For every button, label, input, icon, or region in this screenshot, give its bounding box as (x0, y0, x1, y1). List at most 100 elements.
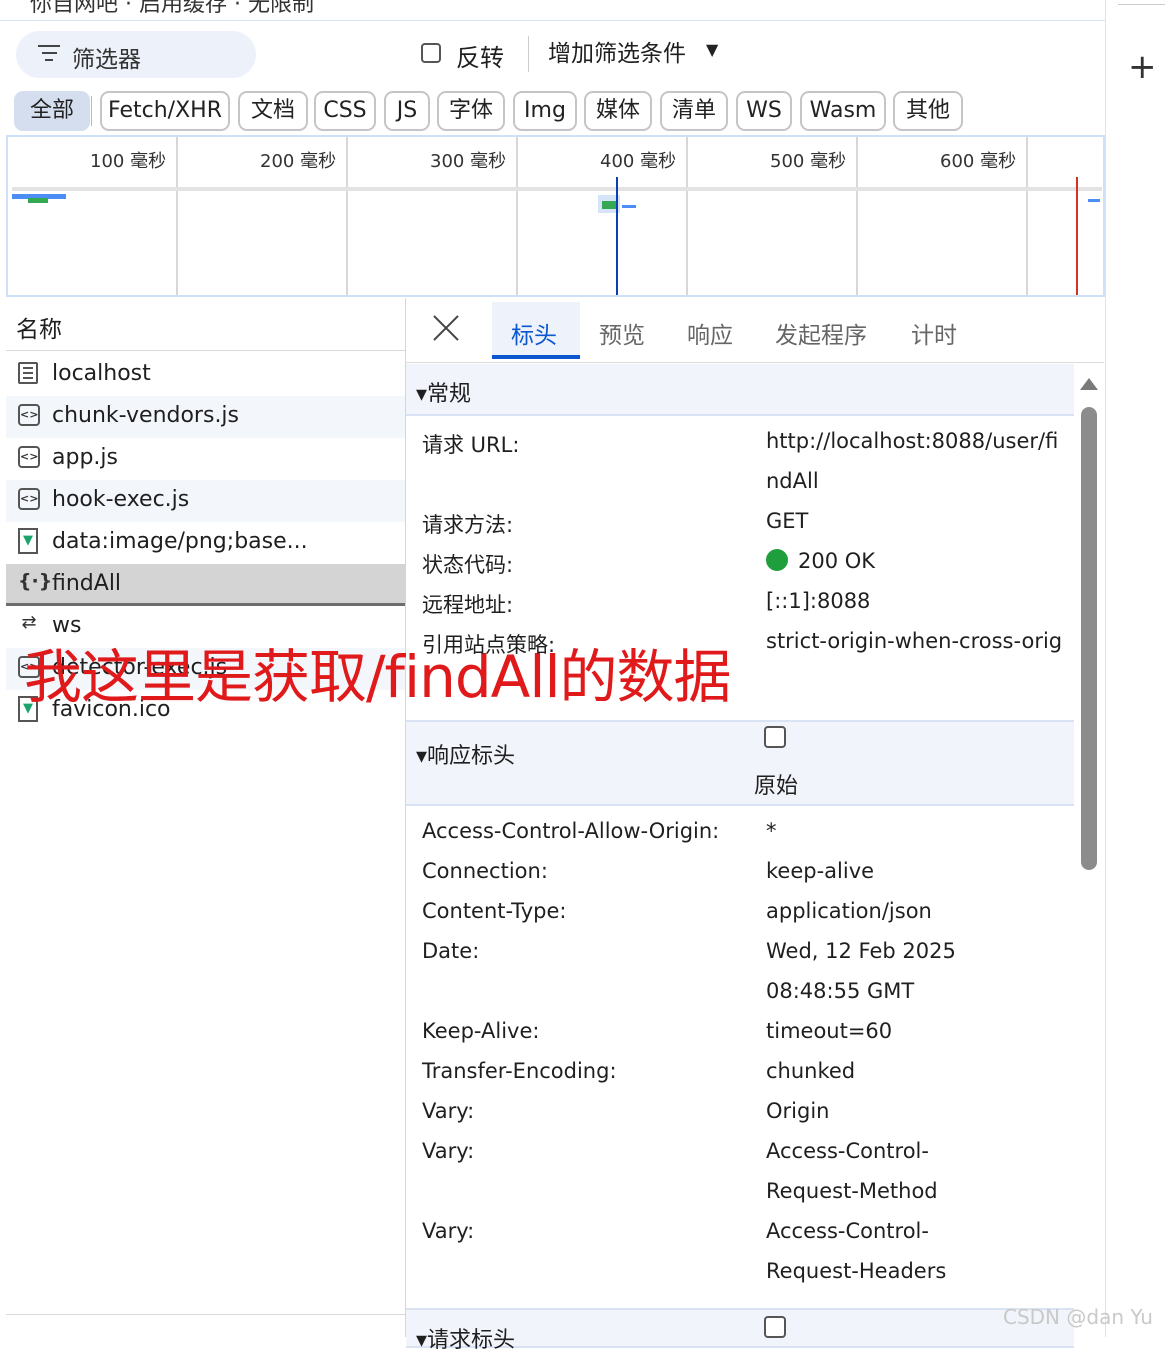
invert-label: 反转 (456, 44, 504, 72)
tab-headers[interactable]: 标头 (511, 316, 557, 350)
type-filter-chip[interactable]: 其他 (893, 91, 963, 131)
name-column-header[interactable]: 名称 (6, 298, 405, 351)
general-section-header[interactable]: ▾常规 (406, 364, 1074, 416)
filter-placeholder: 筛选器 (72, 47, 141, 73)
details-tabs: 标头 预览 响应 发起程序 计时 (406, 298, 1104, 363)
timeline-overview[interactable]: 100 毫秒 200 毫秒 300 毫秒 400 毫秒 500 毫秒 600 毫秒 (6, 135, 1105, 297)
response-header-key: Transfer-Encoding: (422, 1059, 617, 1083)
request-name: app.js (52, 445, 118, 470)
request-name: localhost (52, 361, 151, 386)
filter-icon (38, 45, 60, 63)
response-header-value[interactable]: Origin (766, 1099, 829, 1123)
type-filter-chip[interactable]: 文档 (238, 91, 308, 131)
raw-label: 原始 (754, 774, 799, 799)
name-column-label: 名称 (16, 317, 62, 343)
request-row[interactable]: <> app.js (6, 438, 405, 480)
header-key: 请求 URL: (422, 433, 520, 457)
load-marker (1076, 177, 1078, 295)
timeline-tick-label: 400 毫秒 (600, 151, 677, 172)
request-row[interactable]: {·} findAll (6, 564, 405, 606)
websocket-icon: ⇄ (21, 612, 37, 633)
invert-checkbox[interactable] (421, 43, 441, 63)
request-row[interactable]: localhost (6, 354, 405, 396)
right-side-panel: + (1105, 0, 1165, 1337)
top-toolbar-strip: 你自网吧 · 启用缓存 · 无限制 (0, 0, 1105, 21)
request-row[interactable]: <> chunk-vendors.js (6, 396, 405, 438)
type-filter-chip[interactable]: Img (513, 91, 577, 131)
timeline-bar (622, 205, 636, 208)
json-icon: {·} (18, 570, 53, 592)
request-method-value[interactable]: GET (766, 509, 808, 533)
status-code-value[interactable]: 200 OK (798, 549, 875, 573)
response-header-value[interactable]: chunked (766, 1059, 855, 1083)
filter-input[interactable]: 筛选器 (16, 31, 256, 78)
request-name: ws (52, 613, 82, 638)
timeline-gridline (176, 137, 178, 295)
type-filter-chip[interactable]: 清单 (660, 91, 728, 131)
response-header-value-cont[interactable]: Request-Method (766, 1179, 938, 1203)
response-header-value[interactable]: Wed, 12 Feb 2025 (766, 939, 956, 963)
section-title: ▾响应标头 (416, 744, 516, 769)
request-row[interactable]: ▼ data:image/png;base... (6, 522, 405, 564)
scrollbar-thumb[interactable] (1081, 407, 1097, 870)
response-headers-section-header[interactable]: ▾响应标头 原始 (406, 720, 1074, 806)
section-title: ▾常规 (416, 382, 472, 407)
response-header-value[interactable]: Access-Control- (766, 1139, 929, 1163)
raw-checkbox[interactable] (764, 726, 786, 748)
add-icon[interactable]: + (1128, 50, 1157, 84)
response-header-value[interactable]: * (766, 819, 777, 843)
close-icon[interactable] (432, 314, 460, 342)
type-filter-chip[interactable]: 字体 (437, 91, 505, 131)
timeline-tick-label: 200 毫秒 (260, 151, 337, 172)
request-url-value-cont[interactable]: ndAll (766, 469, 819, 493)
tab-response[interactable]: 响应 (687, 316, 733, 350)
timeline-gridline (346, 137, 348, 295)
referrer-policy-value[interactable]: strict-origin-when-cross-orig (766, 629, 1062, 653)
timeline-gridline (1026, 137, 1028, 295)
type-filter-chip[interactable]: JS (384, 91, 430, 131)
response-header-value[interactable]: timeout=60 (766, 1019, 892, 1043)
request-name: findAll (52, 571, 122, 596)
response-header-value[interactable]: Access-Control- (766, 1219, 929, 1243)
status-ok-icon (766, 549, 788, 571)
timeline-bar (28, 198, 48, 203)
header-key: 请求方法: (422, 513, 514, 537)
script-icon: <> (18, 488, 40, 510)
timeline-bar (1088, 199, 1100, 202)
tab-timing[interactable]: 计时 (911, 316, 957, 350)
scroll-up-arrow-icon[interactable] (1080, 378, 1098, 390)
chevron-down-icon[interactable]: ▼ (706, 40, 718, 59)
divider (1118, 4, 1165, 5)
response-header-value-cont[interactable]: 08:48:55 GMT (766, 979, 914, 1003)
timeline-tick-label: 300 毫秒 (430, 151, 507, 172)
type-filter-chip[interactable]: Wasm (800, 91, 886, 131)
response-header-value[interactable]: application/json (766, 899, 932, 923)
timeline-bar (602, 201, 616, 209)
type-filter-chip[interactable]: WS (736, 91, 792, 131)
raw-checkbox[interactable] (764, 1316, 786, 1338)
response-header-value[interactable]: keep-alive (766, 859, 874, 883)
tab-preview[interactable]: 预览 (599, 316, 645, 350)
type-filter-chip[interactable]: 媒体 (584, 91, 652, 131)
header-key: 状态代码: (422, 553, 514, 577)
more-filters-button[interactable]: 增加筛选条件 (548, 34, 686, 68)
timeline-bar (12, 187, 1102, 191)
request-row[interactable]: <> hook-exec.js (6, 480, 405, 522)
request-headers-section-header[interactable]: ▾请求标头 (406, 1308, 1074, 1353)
header-key: 远程地址: (422, 593, 514, 617)
response-header-value-cont[interactable]: Request-Headers (766, 1259, 946, 1283)
section-title: ▾请求标头 (416, 1328, 516, 1353)
response-header-key: Vary: (422, 1099, 475, 1123)
request-url-value[interactable]: http://localhost:8088/user/fi (766, 429, 1058, 453)
annotation-text: 我这里是获取/findAll的数据 (24, 643, 732, 711)
script-icon: <> (18, 404, 40, 426)
request-list: 名称 localhost <> chunk-vendors.js <> app.js <>… (6, 298, 406, 1337)
remote-address-value[interactable]: [::1]:8088 (766, 589, 870, 613)
type-filter-chip[interactable]: Fetch/XHR (100, 91, 230, 131)
timeline-tick-label: 100 毫秒 (90, 151, 167, 172)
type-filter-chip[interactable]: CSS (314, 91, 376, 131)
timeline-gridline (856, 137, 858, 295)
type-filter-chip[interactable]: 全部 (14, 91, 90, 131)
request-row[interactable]: ⇄ ws (6, 606, 405, 648)
tab-initiator[interactable]: 发起程序 (775, 316, 867, 350)
